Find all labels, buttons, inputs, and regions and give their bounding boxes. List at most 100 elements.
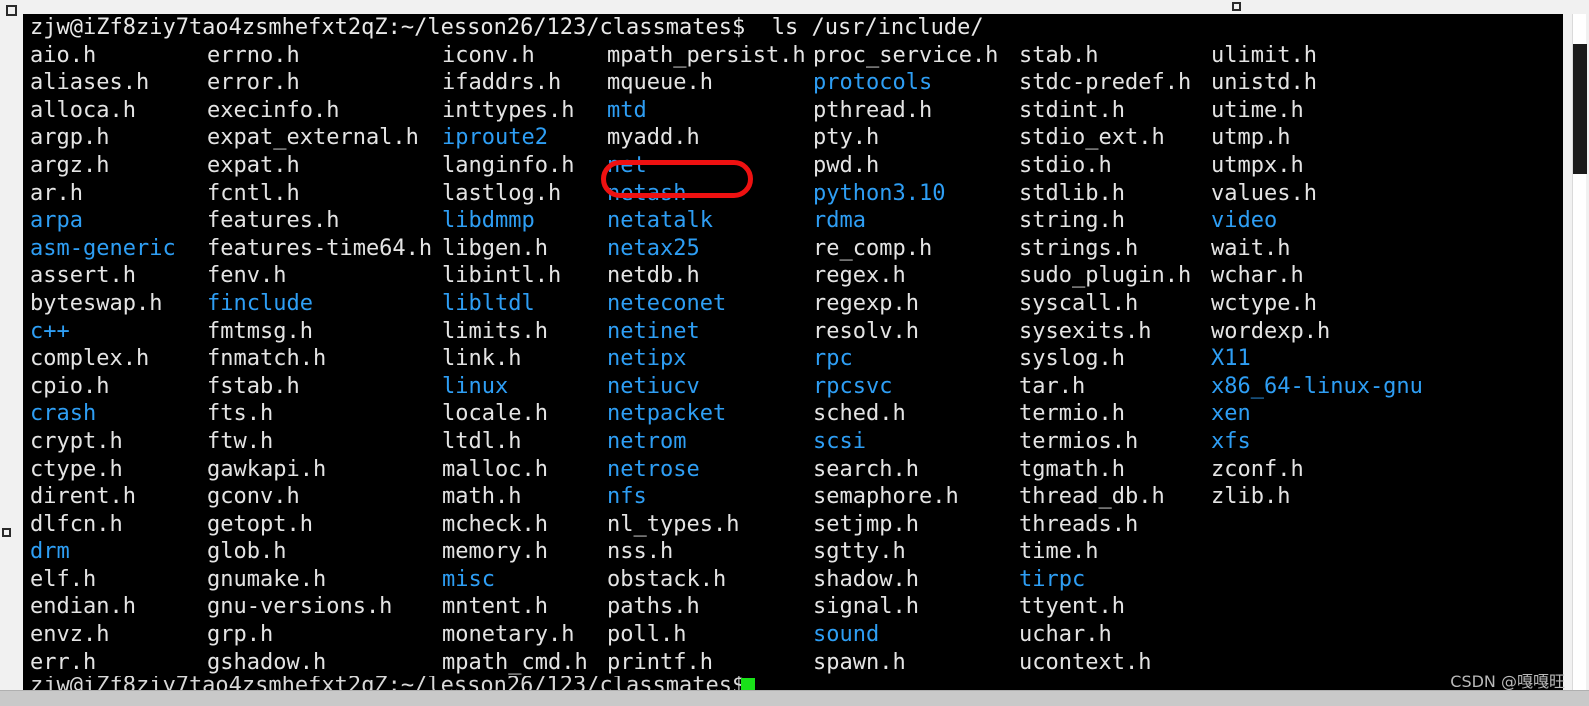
ls-entry: crypt.h [30,428,123,454]
ls-entry: tgmath.h [1019,456,1125,482]
ls-entry: zconf.h [1211,456,1304,482]
ls-entry: xfs [1211,428,1251,454]
ls-row: complex.h fnmatch.h link.h netipx rpc syslog.… [30,345,1563,373]
ls-entry: nss.h [607,539,674,565]
ls-entry: inttypes.h [442,97,575,123]
ls-row: argz.h expat.h langinfo.h net pwd.h stdio.h ut… [30,152,1563,180]
ls-entry: poll.h [607,622,687,648]
ls-entry: execinfo.h [207,97,340,123]
ls-entry: fcntl.h [207,180,300,206]
ls-entry: spawn.h [813,649,906,675]
ls-entry: sgtty.h [813,539,906,565]
ls-entry: nfs [607,484,647,510]
ls-entry: setjmp.h [813,511,919,537]
terminal-scrollbar[interactable] [1572,14,1587,690]
ls-entry: netatalk [607,208,713,234]
ls-entry: netrose [607,456,700,482]
ls-entry: printf.h [607,649,713,675]
scrollbar-thumb[interactable] [1573,44,1587,174]
ls-entry: alloca.h [30,97,136,123]
ls-entry: mcheck.h [442,511,548,537]
ls-entry: re_comp.h [813,235,933,261]
ls-row: aliases.h error.h ifaddrs.h mqueue.h protoco… [30,69,1563,97]
ls-entry: error.h [207,70,300,96]
ls-entry: fts.h [207,401,274,427]
ls-entry: sched.h [813,401,906,427]
ls-row: byteswap.h finclude libltdl neteconet regexp… [30,290,1563,318]
ls-entry: scsi [813,428,866,454]
ls-entry: thread_db.h [1019,484,1165,510]
ls-row: endian.h gnu-versions.h mntent.h paths.h sig… [30,593,1563,621]
ls-entry: syscall.h [1019,290,1139,316]
ls-entry: dlfcn.h [30,511,123,537]
ls-entry: stdint.h [1019,97,1125,123]
ls-entry: wchar.h [1211,263,1304,289]
ls-entry: rpcsvc [813,373,893,399]
ls-entry: lastlog.h [442,180,562,206]
ls-entry: fenv.h [207,263,287,289]
next-prompt-line-partial: zjw@iZf8ziy7tao4zsmhefxt2qZ:~/lesson26/1… [23,676,1563,690]
ls-output-grid: aio.h errno.h iconv.h mpath_persist.h proc_s… [23,42,1563,677]
ls-entry: ulimit.h [1211,42,1317,68]
window-bottom-strip [0,690,1589,706]
ls-entry: utmpx.h [1211,152,1304,178]
ls-entry [1211,566,1461,594]
ls-entry: locale.h [442,401,548,427]
ls-entry: fmtmsg.h [207,318,313,344]
ls-entry: cpio.h [30,373,110,399]
ls-entry: argz.h [30,152,110,178]
ls-entry: termios.h [1019,428,1139,454]
ls-entry: getopt.h [207,511,313,537]
ls-entry [1211,621,1461,649]
ls-entry: pty.h [813,125,880,151]
terminal-window: zjw@iZf8ziy7tao4zsmhefxt2qZ:~/lesson26/1… [0,0,1589,706]
ls-entry: wctype.h [1211,290,1317,316]
ls-entry: semaphore.h [813,484,959,510]
ls-entry: video [1211,208,1278,234]
ls-entry: netiucv [607,373,700,399]
ls-entry: stab.h [1019,42,1099,68]
ls-entry: regexp.h [813,290,919,316]
ls-row: alloca.h execinfo.h inttypes.h mtd pthread.h… [30,97,1563,125]
ls-entry: python3.10 [813,180,946,206]
window-resize-handle-top-left[interactable] [6,5,17,16]
ls-entry: fstab.h [207,373,300,399]
ls-entry: xen [1211,401,1251,427]
ls-entry: neteconet [607,290,727,316]
ls-entry: ftw.h [207,428,274,454]
terminal-output-area[interactable]: zjw@iZf8ziy7tao4zsmhefxt2qZ:~/lesson26/1… [23,14,1563,690]
ls-row: dirent.h gconv.h math.h nfs semaphore.h threa… [30,483,1563,511]
ls-entry [1211,593,1461,621]
ls-row: crash fts.h locale.h netpacket sched.h termio… [30,400,1563,428]
ls-entry: nl_types.h [607,511,740,537]
ls-row: drm glob.h memory.h nss.h sgtty.h time.h [30,538,1563,566]
ls-entry: gnumake.h [207,566,327,592]
ls-entry: drm [30,539,70,565]
ls-entry: libgen.h [442,235,548,261]
ls-row: argp.h expat_external.h iproute2 myadd.h pty… [30,124,1563,152]
ls-row: c++ fmtmsg.h limits.h netinet resolv.h sysexi… [30,318,1563,346]
ls-entry: iconv.h [442,42,535,68]
ls-entry: regex.h [813,263,906,289]
ls-entry: utime.h [1211,97,1304,123]
ls-entry: netrom [607,428,687,454]
ls-entry: linux [442,373,509,399]
ls-entry: netdb.h [607,263,700,289]
ls-entry: zlib.h [1211,484,1291,510]
window-resize-handle-top[interactable] [1232,2,1241,11]
ls-entry: asm-generic [30,235,176,261]
ls-entry: gnu-versions.h [207,594,393,620]
ls-entry: expat.h [207,152,300,178]
ls-entry: shadow.h [813,566,919,592]
ls-entry: search.h [813,456,919,482]
window-resize-handle-left[interactable] [2,528,11,537]
ls-entry: resolv.h [813,318,919,344]
ls-entry: time.h [1019,539,1099,565]
ls-entry: dirent.h [30,484,136,510]
ls-row: aio.h errno.h iconv.h mpath_persist.h proc_s… [30,42,1563,70]
ls-entry: netax25 [607,235,700,261]
ls-entry: sound [813,622,880,648]
ls-entry: expat_external.h [207,125,419,151]
ls-entry: protocols [813,70,933,96]
ls-entry: elf.h [30,566,97,592]
